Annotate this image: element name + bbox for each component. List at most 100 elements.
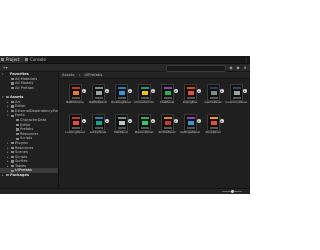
expand-prefab-icon[interactable]: ▸ xyxy=(128,89,132,93)
thumbnail-header xyxy=(209,117,218,119)
thumbnail-content xyxy=(118,91,125,95)
asset-prefab-item[interactable]: ▸ BuildingPanel xyxy=(111,84,132,110)
filter-by-label-icon[interactable]: ◆ xyxy=(235,65,241,70)
asset-label: GachaPanel xyxy=(204,101,222,104)
expand-prefab-icon[interactable]: ▸ xyxy=(128,119,132,123)
folder-icon xyxy=(11,169,14,172)
asset-prefab-item[interactable]: ▸ CharacterInfo xyxy=(134,84,155,110)
expand-prefab-icon[interactable]: ▸ xyxy=(197,119,201,123)
thumbnail-header xyxy=(71,87,80,89)
asset-prefab-item[interactable]: ▸ BattleScene xyxy=(65,84,86,110)
thumbnail-footer xyxy=(186,127,195,129)
thumbnail-footer xyxy=(94,97,103,99)
thumbnail-content xyxy=(95,121,102,125)
tab-console-label: Console xyxy=(30,57,46,62)
asset-label: MailPanel xyxy=(114,131,128,134)
expand-prefab-icon[interactable]: ▸ xyxy=(105,89,109,93)
asset-label: ProfilePanel xyxy=(158,131,176,134)
asset-label: ShopPanel xyxy=(205,131,221,134)
folder-icon xyxy=(11,82,14,85)
search-input[interactable] xyxy=(166,65,226,72)
asset-prefab-item[interactable]: ▸ LobbyPanel xyxy=(88,114,109,140)
thumbnail-footer xyxy=(117,97,126,99)
expand-prefab-icon[interactable]: ▸ xyxy=(197,89,201,93)
expand-prefab-icon[interactable]: ▸ xyxy=(82,119,86,123)
asset-label: BattleScene xyxy=(66,101,84,104)
filter-by-type-icon[interactable]: ◉ xyxy=(228,65,234,70)
thumbnail-footer xyxy=(117,127,126,129)
prefab-thumbnail xyxy=(230,84,243,101)
thumbnail-content xyxy=(141,121,148,125)
thumbnail-header xyxy=(94,117,103,119)
sidebar-item[interactable]: ▸ Packages xyxy=(0,173,58,178)
expand-prefab-icon[interactable]: ▸ xyxy=(220,119,224,123)
thumbnail-header xyxy=(163,117,172,119)
asset-prefab-item[interactable]: ▸ InventoryPanel xyxy=(225,84,247,110)
asset-prefab-item[interactable]: ▸ ShopPanel xyxy=(203,114,224,140)
folder-icon xyxy=(11,77,14,80)
asset-browser: Assets › UIPrefabs ▸ BattleScene ▸ BattleRe… xyxy=(59,72,250,194)
thumbnail-header xyxy=(117,117,126,119)
expand-prefab-icon[interactable]: ▸ xyxy=(82,89,86,93)
asset-prefab-item[interactable]: ▸ GachaPanel xyxy=(203,84,224,110)
folder-icon xyxy=(16,137,19,140)
asset-prefab-item[interactable]: ▸ SettingsPanel xyxy=(180,114,201,140)
thumbnail-footer xyxy=(94,127,103,129)
thumbnail-footer xyxy=(163,97,172,99)
prefab-thumbnail xyxy=(184,84,197,101)
kebab-menu-icon[interactable]: ⋮ xyxy=(244,56,248,63)
thumbnail-footer xyxy=(209,127,218,129)
zoom-slider[interactable] xyxy=(222,189,242,193)
asset-prefab-item[interactable]: ▸ MissionPanel xyxy=(134,114,155,140)
asset-prefab-item[interactable]: ▸ BattleResult xyxy=(88,84,109,110)
asset-prefab-item[interactable]: ▸ ChatPanel xyxy=(157,84,178,110)
expand-prefab-icon[interactable]: ▸ xyxy=(105,119,109,123)
thumbnail-header xyxy=(140,117,149,119)
tab-console[interactable]: Console xyxy=(24,56,50,63)
folder-icon xyxy=(11,100,14,103)
thumbnail-header xyxy=(186,87,195,89)
folder-icon xyxy=(16,123,19,126)
thumbnail-footer xyxy=(209,97,218,99)
folder-icon xyxy=(6,174,9,177)
breadcrumb-item[interactable]: Assets xyxy=(62,72,74,77)
asset-label: MissionPanel xyxy=(134,131,154,134)
asset-label: BuildingPanel xyxy=(111,101,131,104)
thumbnail-content xyxy=(187,91,194,95)
folder-icon xyxy=(11,86,14,90)
add-button[interactable]: +▾ xyxy=(2,65,8,70)
thumbnail-header xyxy=(94,87,103,89)
thumbnail-footer xyxy=(140,127,149,129)
folder-icon xyxy=(16,119,19,122)
asset-prefab-item[interactable]: ▸ ProfilePanel xyxy=(157,114,178,140)
thumbnail-footer xyxy=(186,97,195,99)
console-icon xyxy=(25,58,28,61)
folder-icon xyxy=(16,128,19,131)
prefab-thumbnail xyxy=(69,114,82,131)
prefab-thumbnail xyxy=(92,84,105,101)
expand-prefab-icon[interactable]: ▸ xyxy=(151,89,155,93)
expand-prefab-icon[interactable]: ▸ xyxy=(151,119,155,123)
asset-prefab-item[interactable]: ▸ LoadingPanel xyxy=(65,114,86,140)
thumbnail-content xyxy=(233,91,240,95)
collapse-arrow-icon[interactable]: ▸ xyxy=(2,173,4,178)
thumbnail-content xyxy=(210,121,217,125)
expand-prefab-icon[interactable]: ▸ xyxy=(243,89,247,93)
folder-icon xyxy=(11,109,14,113)
asset-prefab-item[interactable]: ▸ MailPanel xyxy=(111,114,132,140)
prefab-thumbnail xyxy=(69,84,82,101)
folder-tree: ▾ Favorites All Materials All Models All Pre… xyxy=(0,72,59,194)
thumbnail-content xyxy=(164,121,171,125)
breadcrumb-item[interactable]: UIPrefabs xyxy=(84,72,102,77)
asset-label: LobbyPanel xyxy=(89,131,107,134)
prefab-thumbnail xyxy=(138,84,151,101)
expand-prefab-icon[interactable]: ▸ xyxy=(174,89,178,93)
zoom-slider-handle[interactable] xyxy=(230,189,234,193)
prefab-thumbnail xyxy=(161,114,174,131)
expand-prefab-icon[interactable]: ▸ xyxy=(174,119,178,123)
tab-bar: Project Console ⋮ xyxy=(0,56,250,64)
asset-prefab-item[interactable]: ▸ DialogBox xyxy=(180,84,201,110)
favorite-star-icon[interactable]: ★ xyxy=(242,65,248,70)
expand-prefab-icon[interactable]: ▸ xyxy=(220,89,224,93)
thumbnail-content xyxy=(72,121,79,125)
